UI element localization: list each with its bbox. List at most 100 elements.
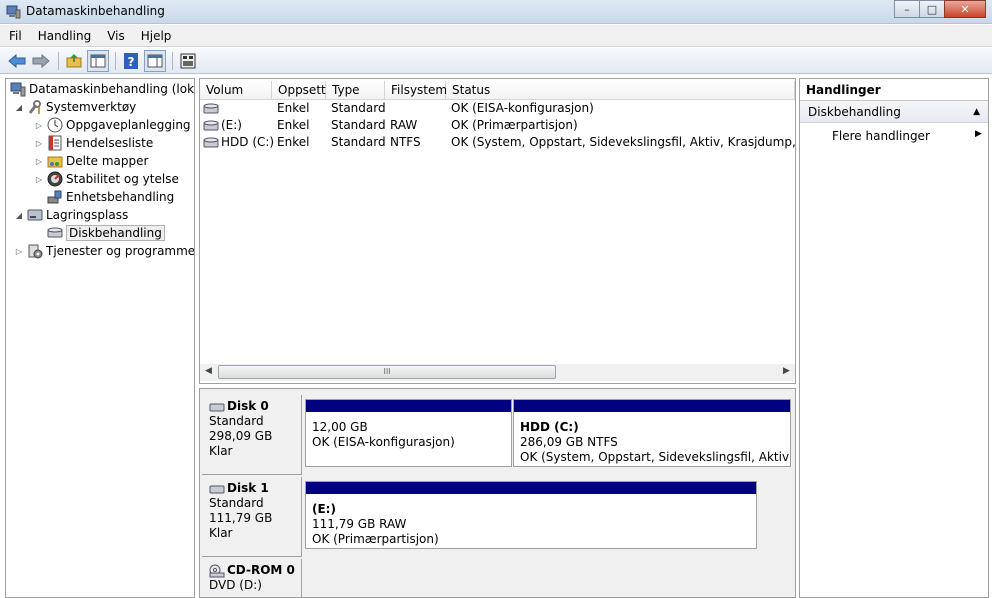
scrollbar-thumb[interactable]: III bbox=[218, 365, 556, 379]
collapse-icon[interactable]: ◢ bbox=[14, 103, 24, 112]
show-hide-tree-button[interactable] bbox=[87, 49, 109, 72]
column-header-type[interactable]: Type bbox=[326, 81, 385, 99]
partition-bar bbox=[306, 400, 511, 412]
partition-size: 286,09 GB NTFS bbox=[520, 435, 618, 449]
disk-0-label[interactable]: Disk 0 Standard 298,09 GB Klar bbox=[202, 395, 302, 475]
disk-name: Disk 1 bbox=[227, 481, 269, 495]
partition-name: (E:) bbox=[312, 502, 336, 516]
navigation-tree[interactable]: Datamaskinbehandling (lokal) ◢ Systemver… bbox=[5, 78, 195, 598]
volume-drive-icon bbox=[203, 120, 219, 131]
column-header-status[interactable]: Status bbox=[446, 81, 795, 99]
disk-kind: Standard bbox=[209, 496, 264, 510]
partition-eisa[interactable]: 12,00 GB OK (EISA-konfigurasjon) bbox=[305, 399, 512, 467]
cell-type: Standard bbox=[331, 101, 386, 115]
show-hide-action-pane-button[interactable] bbox=[144, 49, 166, 72]
disk-map[interactable]: Disk 0 Standard 298,09 GB Klar 12,00 GB … bbox=[199, 388, 796, 598]
column-header-filsystem[interactable]: Filsystem bbox=[385, 81, 447, 99]
more-actions-item[interactable]: Flere handlinger bbox=[832, 127, 930, 145]
expand-icon[interactable]: ▷ bbox=[14, 247, 24, 256]
minimize-button[interactable]: – bbox=[894, 0, 920, 18]
disk-name: Disk 0 bbox=[227, 399, 269, 413]
actions-section-diskbehandling[interactable]: Diskbehandling ▲ bbox=[800, 101, 988, 123]
partition-bar bbox=[306, 482, 756, 494]
properties-icon bbox=[147, 54, 163, 67]
disk-icon bbox=[209, 403, 225, 411]
tree-item-label: Diskbehandling bbox=[66, 225, 165, 241]
tree-item-label: Systemverktøy bbox=[46, 100, 137, 114]
menu-handling[interactable]: Handling bbox=[31, 29, 99, 43]
column-header-oppsett[interactable]: Oppsett bbox=[272, 81, 326, 99]
partition-hdd-c[interactable]: HDD (C:) 286,09 GB NTFS OK (System, Opps… bbox=[513, 399, 791, 467]
services-icon bbox=[28, 244, 43, 259]
maximize-button[interactable]: □ bbox=[919, 0, 945, 18]
column-header-volum[interactable]: Volum bbox=[200, 81, 272, 99]
tree-item-systemverktoy[interactable]: ◢ Systemverktøy bbox=[14, 98, 136, 116]
horizontal-scrollbar[interactable]: ◀ III ▶ bbox=[200, 364, 795, 381]
forward-button[interactable] bbox=[30, 50, 52, 72]
cell-filsystem: NTFS bbox=[390, 135, 421, 149]
menu-hjelp[interactable]: Hjelp bbox=[134, 29, 179, 43]
partition-status: OK (Primærpartisjon) bbox=[312, 532, 439, 546]
volume-drive-icon bbox=[203, 103, 219, 114]
tree-item-label: Delte mapper bbox=[66, 154, 149, 168]
tree-item-label: Oppgaveplanlegging bbox=[66, 118, 191, 132]
computer-management-icon bbox=[6, 5, 21, 19]
back-arrow-icon bbox=[8, 53, 26, 68]
forward-arrow-icon bbox=[32, 53, 50, 68]
tree-item-hendelsesliste[interactable]: ▷ Hendelsesliste bbox=[34, 134, 153, 152]
expand-icon[interactable]: ▷ bbox=[34, 139, 44, 148]
expand-icon[interactable]: ▷ bbox=[34, 175, 44, 184]
folder-up-icon bbox=[66, 53, 82, 67]
expand-icon[interactable]: ▷ bbox=[34, 157, 44, 166]
close-button[interactable]: ✕ bbox=[944, 0, 986, 18]
scroll-right-icon[interactable]: ▶ bbox=[783, 366, 790, 376]
volume-list[interactable]: Volum Oppsett Type Filsystem Status Enke… bbox=[199, 78, 796, 384]
clock-icon bbox=[47, 117, 63, 133]
disk-icon bbox=[209, 485, 225, 493]
expand-icon[interactable]: ▷ bbox=[34, 121, 44, 130]
cell-type: Standard bbox=[331, 135, 386, 149]
submenu-arrow-icon[interactable]: ▶ bbox=[975, 129, 982, 139]
performance-icon bbox=[47, 171, 63, 187]
tree-item-oppgaveplanlegging[interactable]: ▷ Oppgaveplanlegging bbox=[34, 116, 191, 134]
disk-1-label[interactable]: Disk 1 Standard 111,79 GB Klar bbox=[202, 477, 302, 557]
event-viewer-icon bbox=[48, 135, 62, 151]
back-button[interactable] bbox=[6, 50, 28, 72]
collapse-icon[interactable]: ◢ bbox=[14, 211, 24, 220]
partition-e[interactable]: (E:) 111,79 GB RAW OK (Primærpartisjon) bbox=[305, 481, 757, 549]
disk-state: Klar bbox=[209, 526, 233, 540]
tree-item-root[interactable]: Datamaskinbehandling (lokal) bbox=[10, 80, 194, 98]
tree-item-tjenester[interactable]: ▷ Tjenester og programmer bbox=[14, 242, 195, 260]
menu-fil[interactable]: Fil bbox=[2, 29, 29, 43]
console-button[interactable] bbox=[177, 50, 199, 72]
show-hide-tree-icon bbox=[90, 54, 106, 67]
tree-item-label: Stabilitet og ytelse bbox=[66, 172, 179, 186]
partition-size: 12,00 GB bbox=[312, 420, 368, 434]
cell-oppsett: Enkel bbox=[277, 101, 310, 115]
device-manager-icon bbox=[47, 190, 62, 204]
svg-text:?: ? bbox=[128, 55, 135, 69]
partition-size: 111,79 GB RAW bbox=[312, 517, 407, 531]
tree-item-enhetsbehandling[interactable]: Enhetsbehandling bbox=[47, 188, 174, 206]
help-button[interactable]: ? bbox=[120, 50, 142, 72]
storage-icon bbox=[27, 209, 43, 221]
scroll-left-icon[interactable]: ◀ bbox=[205, 366, 212, 376]
menu-vis[interactable]: Vis bbox=[100, 29, 132, 43]
tree-item-stabilitet[interactable]: ▷ Stabilitet og ytelse bbox=[34, 170, 179, 188]
disk-size: 298,09 GB bbox=[209, 429, 273, 443]
up-level-button[interactable] bbox=[63, 50, 85, 72]
partition-status: OK (System, Oppstart, Sidevekslingsfil, … bbox=[520, 450, 791, 464]
collapse-up-icon[interactable]: ▲ bbox=[973, 101, 980, 123]
cdrom-0-label[interactable]: CD-ROM 0 DVD (D:) bbox=[202, 559, 302, 597]
tree-item-label: Tjenester og programmer bbox=[46, 244, 195, 258]
cell-status: OK (Primærpartisjon) bbox=[451, 118, 578, 132]
tree-item-diskbehandling[interactable]: Diskbehandling bbox=[47, 224, 165, 242]
actions-header: Handlinger bbox=[800, 79, 988, 101]
tree-item-delte-mapper[interactable]: ▷ Delte mapper bbox=[34, 152, 149, 170]
toolbar-separator bbox=[115, 51, 116, 70]
disk-kind: Standard bbox=[209, 414, 264, 428]
volume-drive-icon bbox=[203, 137, 219, 148]
cell-oppsett: Enkel bbox=[277, 135, 310, 149]
console-icon bbox=[180, 53, 196, 68]
tree-item-lagringsplass[interactable]: ◢ Lagringsplass bbox=[14, 206, 128, 224]
